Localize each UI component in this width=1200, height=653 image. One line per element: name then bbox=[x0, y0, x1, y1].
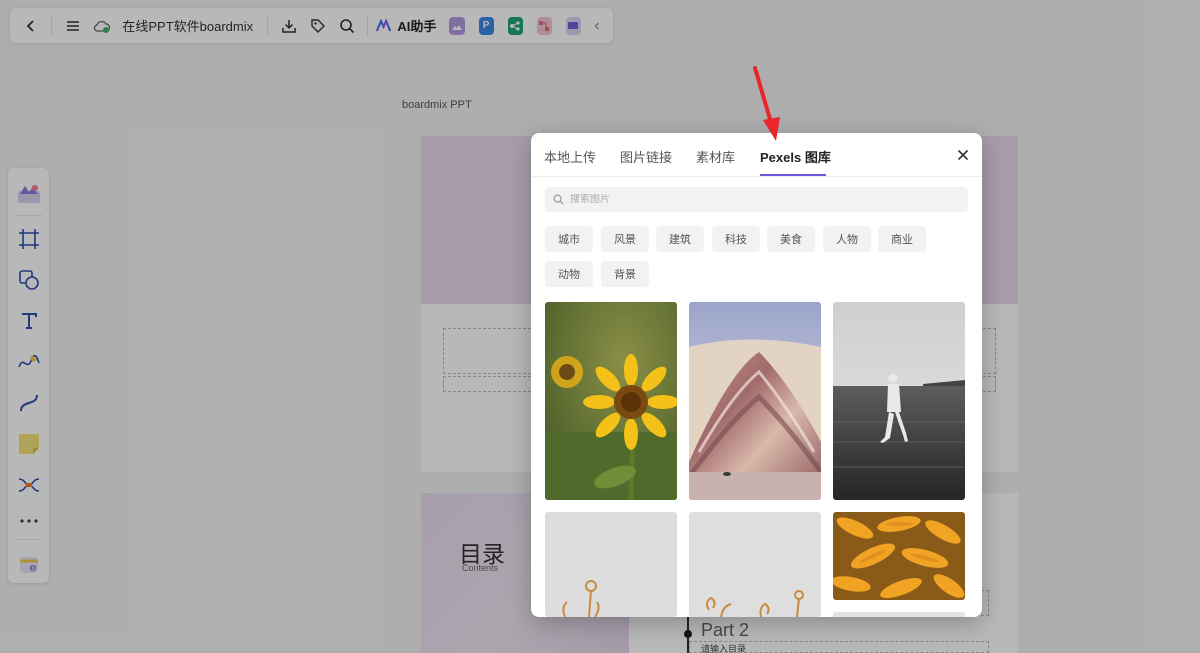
insert-image-dialog: 本地上传 图片链接 素材库 Pexels 图库 城市 风景 建筑 科技 美食 人… bbox=[531, 133, 982, 617]
category-chip[interactable]: 风景 bbox=[601, 226, 649, 252]
image-search-box[interactable] bbox=[545, 187, 968, 212]
dried-flower-image-1[interactable] bbox=[545, 512, 677, 617]
red-arrow-annotation bbox=[753, 66, 780, 141]
person-in-water-image[interactable] bbox=[833, 302, 965, 500]
tab-material-library[interactable]: 素材库 bbox=[696, 147, 735, 166]
category-chip[interactable]: 城市 bbox=[545, 226, 593, 252]
tab-image-link[interactable]: 图片链接 bbox=[620, 147, 672, 166]
category-chip[interactable]: 科技 bbox=[712, 226, 760, 252]
category-chip[interactable]: 建筑 bbox=[656, 226, 704, 252]
dried-flower-image-2[interactable] bbox=[689, 512, 821, 617]
tab-pexels-gallery[interactable]: Pexels 图库 bbox=[760, 147, 831, 166]
next-image-partial[interactable] bbox=[833, 612, 965, 617]
close-icon bbox=[957, 149, 969, 161]
painted-hills-image[interactable] bbox=[689, 302, 821, 500]
tab-local-upload[interactable]: 本地上传 bbox=[544, 147, 596, 166]
corn-image[interactable] bbox=[833, 512, 965, 600]
close-button[interactable] bbox=[955, 147, 971, 163]
category-chip[interactable]: 背景 bbox=[601, 261, 649, 287]
search-icon bbox=[553, 194, 564, 205]
category-chip[interactable]: 动物 bbox=[545, 261, 593, 287]
category-chip[interactable]: 美食 bbox=[767, 226, 815, 252]
category-chip[interactable]: 人物 bbox=[823, 226, 871, 252]
category-chip[interactable]: 商业 bbox=[878, 226, 926, 252]
image-search-input[interactable] bbox=[570, 194, 950, 205]
active-tab-indicator bbox=[760, 174, 826, 176]
sunflower-image[interactable] bbox=[545, 302, 677, 500]
